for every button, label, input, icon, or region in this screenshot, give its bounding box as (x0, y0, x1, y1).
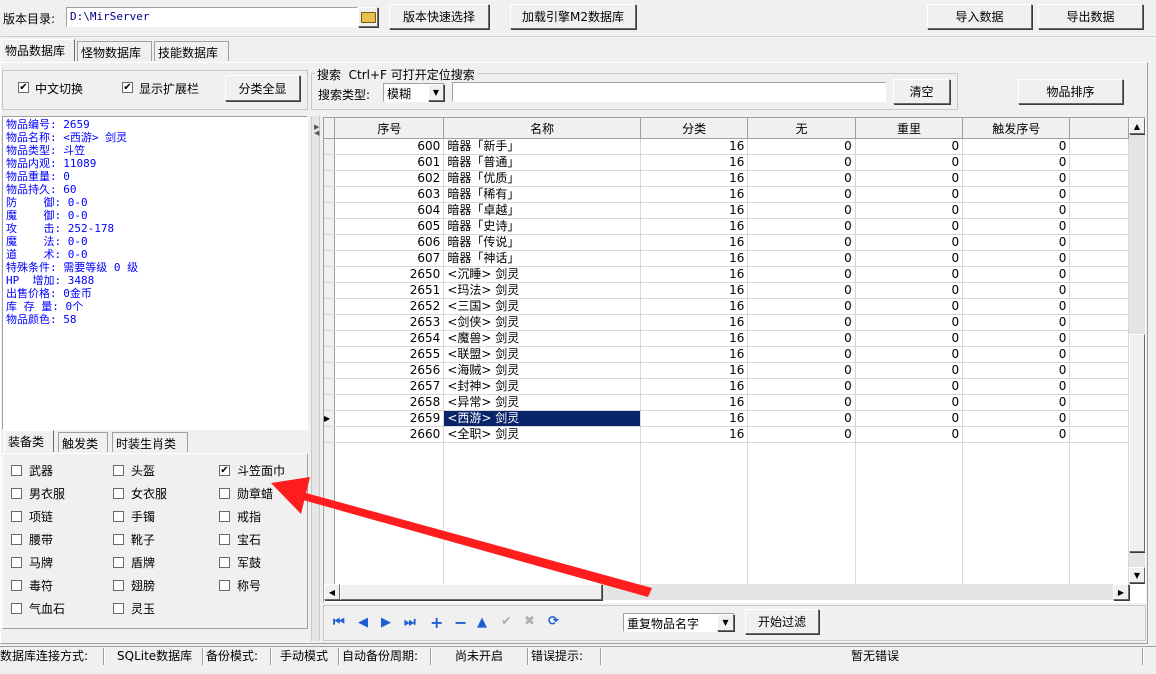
db-conn-value: SQLite数据库 (117, 649, 193, 663)
annotation-arrow (271, 477, 652, 597)
error-value: 暂无错误 (851, 649, 900, 663)
auto-backup-label: 自动备份周期: (342, 649, 419, 663)
backup-mode-label: 备份模式: (206, 649, 259, 663)
error-label: 错误提示: (531, 649, 584, 663)
backup-mode-value: 手动模式 (280, 649, 329, 663)
db-conn-label: 数据库连接方式: (0, 649, 89, 663)
auto-backup-value: 尚未开启 (455, 649, 504, 663)
